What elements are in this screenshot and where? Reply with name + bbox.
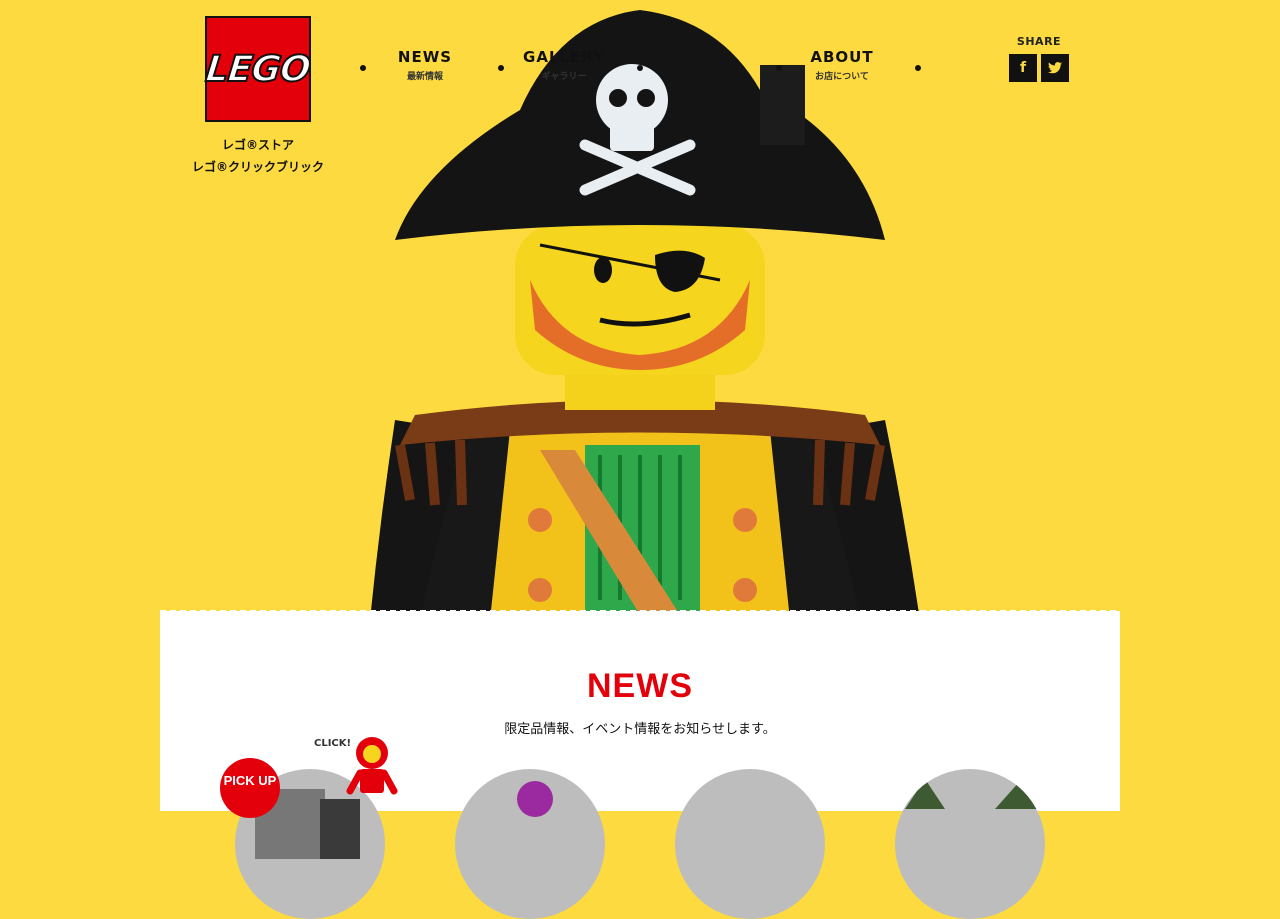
red-spaceman-minifig-image <box>346 737 398 795</box>
main-nav: NEWS 最新情報 GALLERY ギャラリー ABOUT お店について <box>355 48 925 92</box>
news-thumb-4-image <box>905 779 1040 809</box>
news-thumb-2-image <box>517 781 553 817</box>
nav-about[interactable]: ABOUT お店について <box>787 48 897 82</box>
news-thumb-2[interactable] <box>455 769 605 919</box>
nav-news[interactable]: NEWS 最新情報 <box>370 48 480 82</box>
lego-store-link[interactable]: レゴ®ストア <box>190 134 326 156</box>
nav-item-3[interactable] <box>648 48 758 51</box>
nav-gallery-label: GALLERY <box>523 48 605 66</box>
news-thumb-4[interactable] <box>895 769 1045 919</box>
nav-news-label: NEWS <box>397 48 453 66</box>
lego-logo[interactable]: LEGO <box>203 16 313 122</box>
nav-news-sublabel: 最新情報 <box>406 72 443 82</box>
facebook-share-button[interactable]: f <box>1009 54 1037 82</box>
news-title: NEWS <box>587 667 693 705</box>
nav-dot <box>498 65 504 71</box>
facebook-icon: f <box>1019 60 1027 76</box>
nav-dot <box>360 65 366 71</box>
nav-gallery[interactable]: GALLERY ギャラリー <box>509 48 619 82</box>
nav-dot <box>915 65 921 71</box>
nav-about-label: ABOUT <box>810 48 874 66</box>
hero-pirate-minifigure-image <box>370 10 920 620</box>
twitter-icon <box>1048 62 1062 74</box>
news-section: NEWS 限定品情報、イベント情報をお知らせします。 CLICK! PICK U… <box>160 611 1120 919</box>
lego-click-brick-link[interactable]: レゴ®クリックブリック <box>190 156 326 178</box>
store-links: レゴ®ストア レゴ®クリックブリック <box>190 134 326 178</box>
share-label: SHARE <box>1016 35 1062 48</box>
nav-gallery-sublabel: ギャラリー <box>541 72 587 82</box>
nav-dot <box>637 65 643 71</box>
news-thumb-3[interactable] <box>675 769 825 919</box>
news-subtitle: 限定品情報、イベント情報をお知らせします。 <box>504 722 776 737</box>
pickup-badge: PICK UP <box>220 758 280 818</box>
twitter-share-button[interactable] <box>1041 54 1069 82</box>
share-box: SHARE f <box>1009 35 1069 82</box>
lego-logo-text: LEGO <box>203 48 313 91</box>
nav-dot <box>776 65 782 71</box>
nav-about-sublabel: お店について <box>815 72 869 82</box>
